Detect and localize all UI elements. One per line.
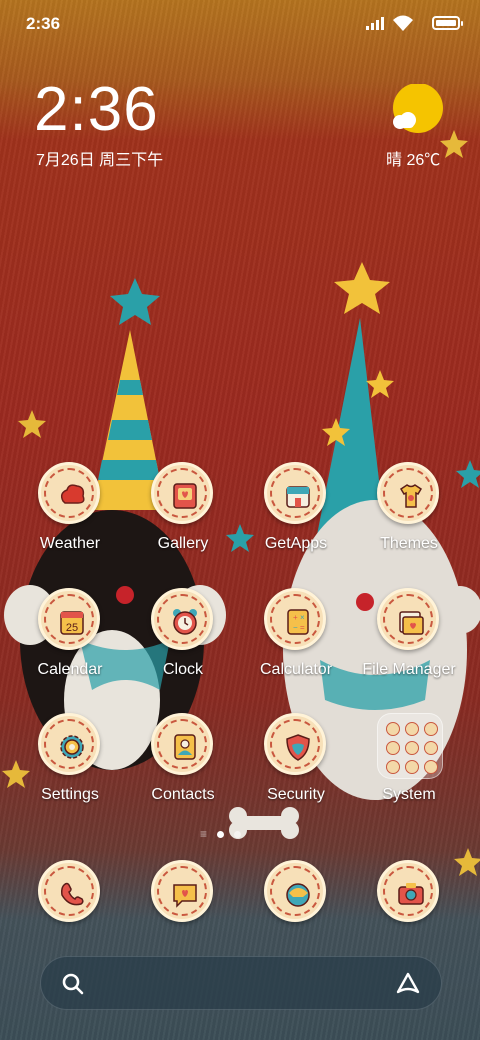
weather-widget-text[interactable]: 晴 26℃	[386, 146, 440, 170]
camera-icon	[377, 860, 439, 922]
svg-text:=: =	[300, 623, 305, 632]
gallery-icon	[151, 462, 213, 524]
app-system-folder[interactable]: System	[353, 713, 465, 823]
folder-grid-icon	[377, 713, 443, 779]
app-themes[interactable]: Themes	[353, 462, 465, 572]
weather-icon	[38, 462, 100, 524]
app-calculator[interactable]: + × − = Calculator	[240, 588, 352, 698]
battery-icon	[432, 16, 463, 30]
gear-icon	[38, 713, 100, 775]
svg-text:+: +	[293, 613, 298, 622]
app-label: System	[382, 786, 436, 803]
status-time: 2:36	[26, 14, 61, 33]
calendar-icon: 25	[38, 588, 100, 650]
shield-icon	[264, 713, 326, 775]
contacts-icon	[151, 713, 213, 775]
svg-text:×: ×	[300, 613, 305, 622]
dock-phone[interactable]	[14, 860, 126, 970]
svg-text:−: −	[293, 623, 298, 632]
alarm-clock-icon	[151, 588, 213, 650]
app-settings[interactable]: Settings	[14, 713, 126, 823]
search-icon	[62, 973, 84, 995]
phone-icon	[38, 860, 100, 922]
sun-cloud-icon[interactable]	[390, 84, 446, 136]
app-security[interactable]: Security	[240, 713, 352, 823]
wifi-icon	[393, 15, 413, 31]
status-bar: 2:36	[0, 0, 480, 48]
browser-icon	[264, 860, 326, 922]
clock-widget-time[interactable]: 2:36	[34, 78, 159, 142]
app-getapps[interactable]: GetApps	[240, 462, 352, 572]
app-gallery[interactable]: Gallery	[127, 462, 239, 572]
app-label: Themes	[380, 535, 438, 552]
store-icon	[264, 462, 326, 524]
message-icon	[151, 860, 213, 922]
app-contacts[interactable]: Contacts	[127, 713, 239, 823]
app-file-manager[interactable]: File Manager	[353, 588, 465, 698]
dock-camera[interactable]	[353, 860, 465, 970]
calendar-day-badge: 25	[66, 622, 78, 634]
dock-messages[interactable]	[127, 860, 239, 970]
folder-icon	[377, 588, 439, 650]
themes-icon	[377, 462, 439, 524]
page-indicator[interactable]: ≡	[200, 828, 242, 840]
assistant-icon[interactable]	[395, 971, 421, 997]
app-calendar[interactable]: 25 Calendar	[14, 588, 126, 698]
dock-browser[interactable]	[240, 860, 352, 970]
app-weather[interactable]: Weather	[14, 462, 126, 572]
page-dot[interactable]	[234, 830, 242, 838]
page-dot-active[interactable]	[217, 830, 225, 838]
cellular-signal-icon	[366, 17, 384, 30]
clock-widget-date[interactable]: 7月26日 周三下午	[36, 146, 163, 170]
app-clock[interactable]: Clock	[127, 588, 239, 698]
calculator-icon: + × − =	[264, 588, 326, 650]
search-bar[interactable]	[40, 956, 442, 1010]
app-label: File Manager	[362, 661, 456, 678]
app-drawer-icon[interactable]: ≡	[200, 828, 207, 840]
